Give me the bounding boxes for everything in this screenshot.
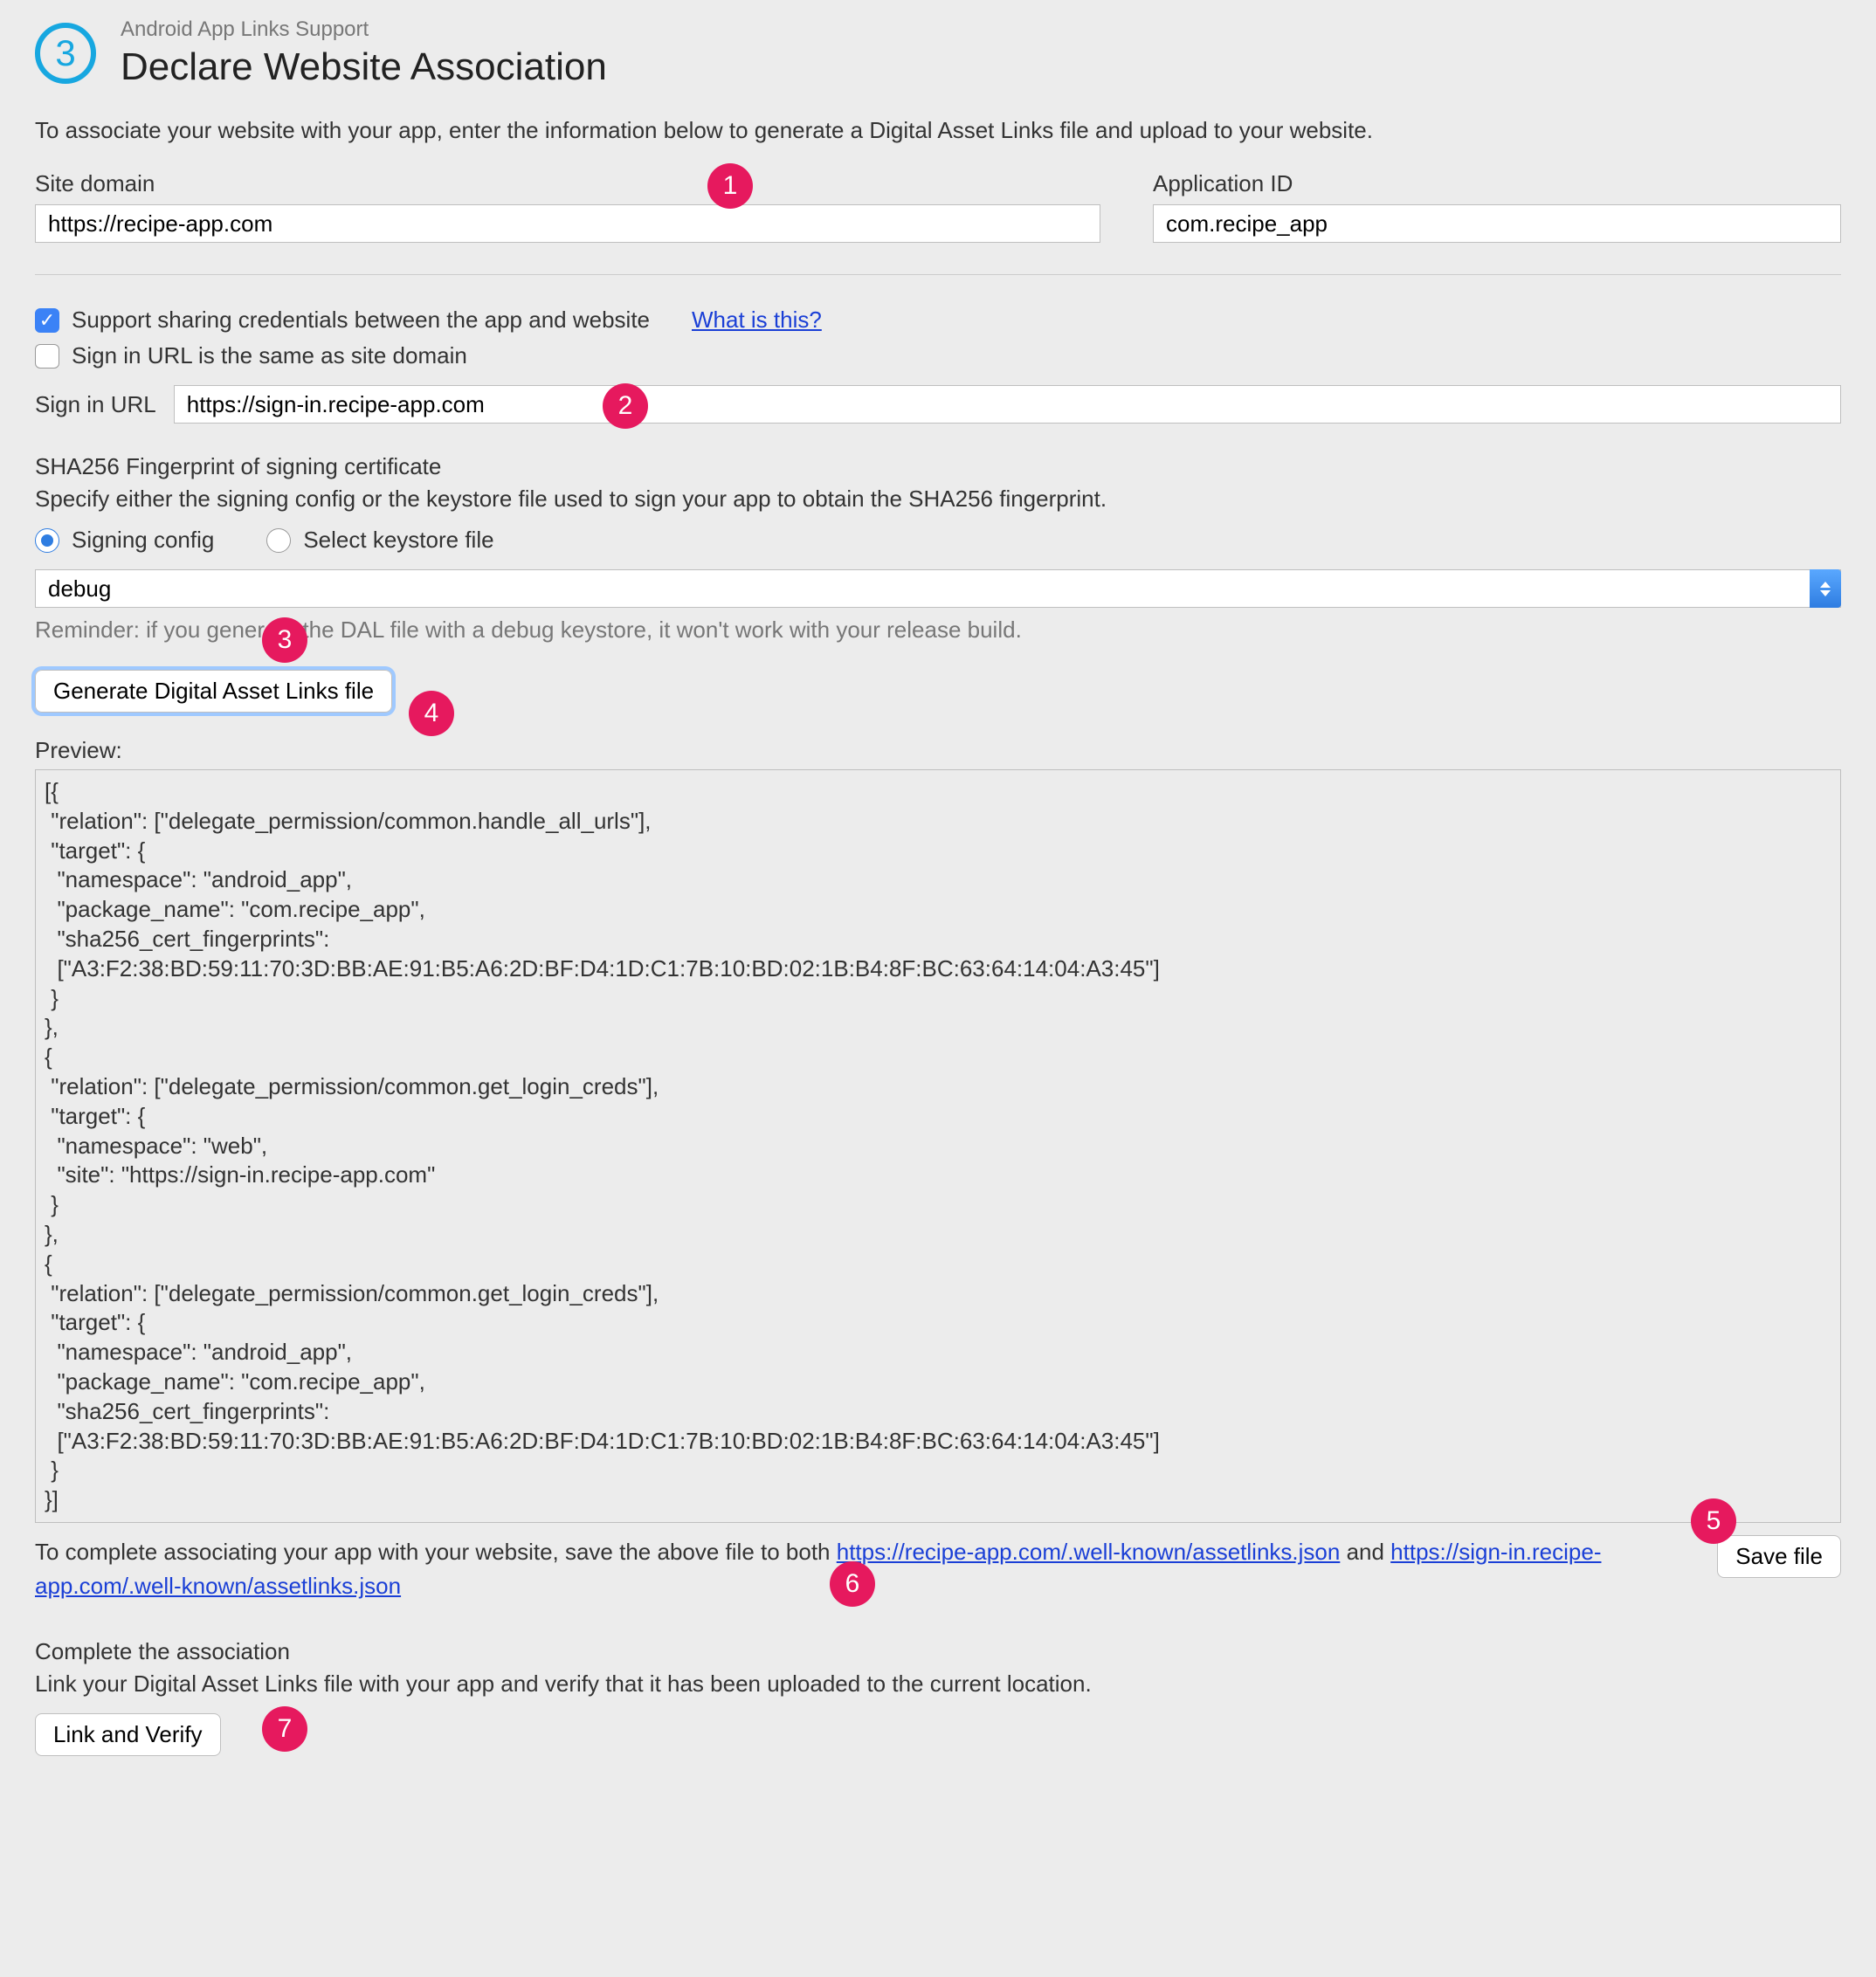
complete-title: Complete the association [35, 1638, 1841, 1665]
breadcrumb: Android App Links Support [121, 17, 607, 42]
radio-keystore-label: Select keystore file [303, 527, 493, 554]
complete-subtitle: Link your Digital Asset Links file with … [35, 1670, 1841, 1698]
save-instruction-prefix: To complete associating your app with yo… [35, 1539, 837, 1565]
sha-title: SHA256 Fingerprint of signing certificat… [35, 453, 1841, 480]
callout-4: 4 [409, 691, 454, 736]
site-domain-label: Site domain [35, 170, 1100, 197]
page-header: 3 Android App Links Support Declare Webs… [35, 17, 1841, 89]
signing-config-select[interactable] [35, 569, 1841, 608]
sign-in-url-label: Sign in URL [35, 391, 156, 418]
intro-text: To associate your website with your app,… [35, 117, 1841, 144]
save-instruction-middle: and [1340, 1539, 1390, 1565]
divider [35, 274, 1841, 275]
application-id-input[interactable] [1153, 204, 1841, 243]
save-instruction-text: To complete associating your app with yo… [35, 1535, 1700, 1603]
what-is-this-link[interactable]: What is this? [692, 307, 822, 334]
radio-signing-config[interactable]: Signing config [35, 527, 214, 554]
same-as-domain-label: Sign in URL is the same as site domain [72, 342, 467, 369]
application-id-label: Application ID [1153, 170, 1841, 197]
page-title: Declare Website Association [121, 45, 607, 89]
step-circle: 3 [35, 23, 96, 84]
link-and-verify-button[interactable]: Link and Verify [35, 1713, 221, 1756]
support-credentials-checkbox[interactable]: ✓ [35, 308, 59, 333]
radio-keystore-file[interactable]: Select keystore file [266, 527, 493, 554]
sign-in-url-input[interactable] [174, 385, 1841, 424]
assetlinks-link-1[interactable]: https://recipe-app.com/.well-known/asset… [837, 1539, 1341, 1565]
support-credentials-label: Support sharing credentials between the … [72, 307, 650, 334]
preview-box: [{ "relation": ["delegate_permission/com… [35, 769, 1841, 1523]
radio-signing-config-label: Signing config [72, 527, 214, 554]
sha-subtitle: Specify either the signing config or the… [35, 486, 1841, 513]
site-domain-input[interactable] [35, 204, 1100, 243]
callout-7: 7 [262, 1706, 307, 1752]
sha-reminder: Reminder: if you generate the DAL file w… [35, 617, 1841, 644]
save-file-button[interactable]: Save file [1717, 1535, 1841, 1578]
select-caret-icon[interactable] [1810, 569, 1841, 608]
signing-config-value[interactable] [35, 569, 1841, 608]
preview-label: Preview: [35, 737, 1841, 764]
same-as-domain-checkbox[interactable] [35, 344, 59, 369]
generate-dal-button[interactable]: Generate Digital Asset Links file [35, 670, 392, 713]
